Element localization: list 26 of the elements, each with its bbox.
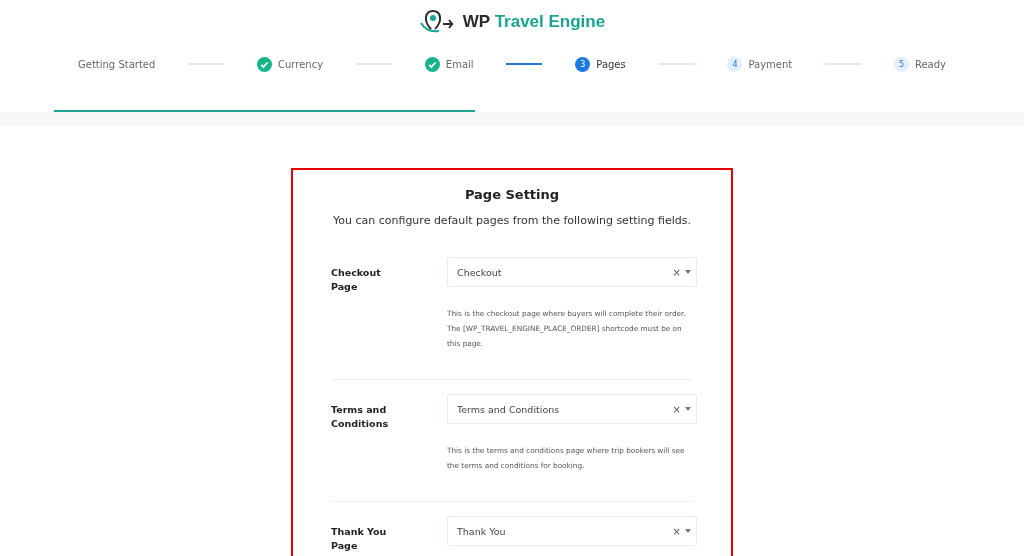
logo-text: WP Travel Engine: [462, 12, 606, 32]
wizard-step[interactable]: Email: [424, 56, 474, 72]
clear-button[interactable]: ×: [672, 525, 681, 537]
wizard-step[interactable]: 5 Ready: [893, 56, 946, 72]
check-icon: [424, 56, 440, 72]
page-select[interactable]: Terms and Conditions ×: [447, 394, 697, 424]
wizard-step[interactable]: 3 Pages: [575, 56, 626, 72]
page-select[interactable]: Checkout ×: [447, 257, 697, 287]
check-icon: [257, 56, 273, 72]
step-number: 4: [727, 56, 743, 72]
card-title: Page Setting: [463, 187, 561, 202]
step-number: 3: [575, 56, 591, 72]
clear-button[interactable]: ×: [672, 403, 681, 415]
card-subtitle: You can configure default pages from the following setting fields.: [332, 214, 692, 227]
field-label: Checkout Page: [331, 266, 382, 294]
dropdown-caret-icon[interactable]: [685, 407, 691, 411]
page-select[interactable]: Thank You ×: [447, 516, 697, 546]
wizard-step[interactable]: Getting Started: [78, 58, 156, 70]
step-number: 5: [893, 56, 909, 72]
clear-button[interactable]: ×: [672, 266, 681, 278]
dropdown-caret-icon[interactable]: [685, 529, 691, 533]
dropdown-caret-icon[interactable]: [685, 270, 691, 274]
field-label: Terms and Conditions: [331, 403, 390, 431]
field-label: Thank You Page: [331, 525, 388, 553]
wizard-step[interactable]: 4 Payment: [727, 56, 793, 72]
wizard-step[interactable]: Currency: [257, 56, 324, 72]
